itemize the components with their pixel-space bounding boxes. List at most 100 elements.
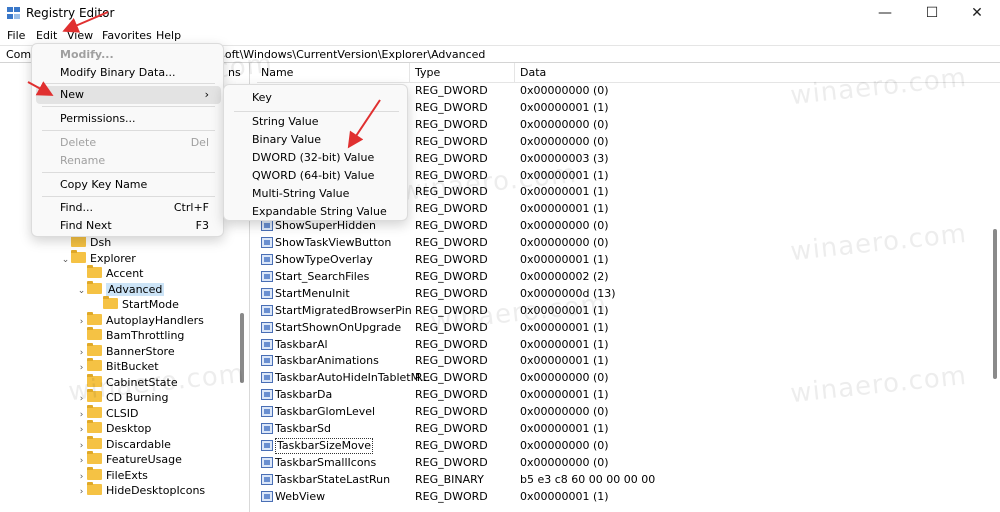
value-type: REG_DWORD	[415, 286, 488, 300]
menu-item-label: Multi-String Value	[252, 187, 350, 200]
menu-file[interactable]: File	[6, 28, 26, 44]
registry-value-row[interactable]: StartMigratedBrowserPin REG_DWORD 0x000000…	[257, 302, 1000, 319]
registry-value-row[interactable]: WebView REG_DWORD 0x00000001 (1)	[257, 488, 1000, 505]
registry-value-row[interactable]: StartMenuInit REG_DWORD 0x0000000d (13)	[257, 285, 1000, 302]
maximize-button[interactable]: ☐	[909, 0, 955, 27]
tree-item-startmode[interactable]: StartMode	[92, 296, 179, 313]
tree-item-desktop[interactable]: › Desktop	[76, 420, 151, 437]
menu-item-label: QWORD (64-bit) Value	[252, 169, 375, 182]
value-type: REG_DWORD	[415, 438, 488, 452]
tree-item-cd-burning[interactable]: › CD Burning	[76, 389, 169, 406]
registry-value-row[interactable]: ShowTypeOverlay REG_DWORD 0x00000001 (1)	[257, 251, 1000, 268]
chevron-down-icon[interactable]: ⌄	[60, 252, 71, 268]
value-data: 0x00000000 (0)	[520, 134, 609, 148]
menu-item-label: String Value	[252, 115, 319, 128]
registry-value-row[interactable]: ShowTaskViewButton REG_DWORD 0x00000000 (0…	[257, 234, 1000, 251]
registry-value-row[interactable]: TaskbarAl REG_DWORD 0x00000001 (1)	[257, 336, 1000, 353]
value-type: REG_DWORD	[415, 134, 488, 148]
value-type: REG_DWORD	[415, 168, 488, 182]
edit-menu-item-find[interactable]: Find... Ctrl+F	[36, 199, 221, 217]
new-submenu-item-expandable-string-value[interactable]: Expandable String Value	[228, 203, 403, 221]
new-submenu-item-binary-value[interactable]: Binary Value	[228, 131, 403, 149]
registry-value-row[interactable]: TaskbarAnimations REG_DWORD 0x00000001 (1)	[257, 352, 1000, 369]
new-submenu-item-key[interactable]: Key	[228, 89, 403, 107]
folder-icon	[87, 342, 102, 356]
value-name: ShowTypeOverlay	[275, 253, 373, 266]
new-submenu-item-dword-32-bit-value[interactable]: DWORD (32-bit) Value	[228, 149, 403, 167]
registry-value-row[interactable]: StartShownOnUpgrade REG_DWORD 0x00000001 (…	[257, 319, 1000, 336]
value-data: 0x00000003 (3)	[520, 151, 609, 165]
tree-item-bitbucket[interactable]: › BitBucket	[76, 358, 159, 375]
registry-value-row[interactable]: TaskbarDa REG_DWORD 0x00000001 (1)	[257, 386, 1000, 403]
column-header-type[interactable]: Type	[415, 66, 440, 79]
menu-edit[interactable]: Edit	[35, 28, 58, 44]
value-type: REG_DWORD	[415, 405, 488, 419]
list-scrollbar-thumb[interactable]	[993, 229, 997, 379]
value-type: REG_DWORD	[415, 100, 488, 114]
tree-item-clsid[interactable]: › CLSID	[76, 404, 139, 422]
menu-item-shortcut: Ctrl+F	[173, 201, 209, 214]
column-header-data[interactable]: Data	[520, 66, 546, 79]
menu-favorites[interactable]: Favorites	[101, 28, 153, 44]
column-header-name[interactable]: Name	[261, 66, 293, 79]
submenu-arrow-icon: ›	[204, 88, 209, 101]
tree-item-advanced[interactable]: ⌄ Advanced	[76, 280, 165, 299]
registry-value-row[interactable]: Start_SearchFiles REG_DWORD 0x00000002 (2)	[257, 268, 1000, 285]
tree-item-autoplayhandlers[interactable]: › AutoplayHandlers	[76, 311, 204, 329]
value-data: 0x00000001 (1)	[520, 422, 609, 435]
menu-separator	[42, 106, 215, 107]
new-submenu-item-multi-string-value[interactable]: Multi-String Value	[228, 185, 403, 203]
edit-menu-item-find-next[interactable]: Find Next F3	[36, 217, 221, 235]
tree-item-label: StartMode	[122, 298, 179, 311]
value-type: REG_DWORD	[415, 388, 488, 402]
registry-value-row[interactable]: TaskbarStateLastRun REG_BINARY b5 e3 c8 60…	[257, 471, 1000, 488]
folder-icon	[87, 482, 102, 495]
value-type: REG_DWORD	[415, 422, 488, 435]
value-type: REG_DWORD	[415, 185, 488, 199]
new-submenu-item-string-value[interactable]: String Value	[228, 113, 403, 131]
edit-menu-item-modify-binary-data[interactable]: Modify Binary Data...	[36, 64, 221, 82]
value-data: 0x00000000 (0)	[520, 236, 609, 250]
value-type: REG_DWORD	[415, 236, 488, 250]
edit-menu-item-delete[interactable]: Delete Del	[36, 134, 221, 152]
menu-help[interactable]: Help	[155, 28, 182, 44]
tree-item-label: CD Burning	[106, 391, 169, 404]
new-submenu-item-qword-64-bit-value[interactable]: QWORD (64-bit) Value	[228, 167, 403, 185]
tree-item-accent[interactable]: Accent	[76, 265, 143, 282]
column-divider[interactable]	[514, 63, 515, 83]
registry-value-row[interactable]: TaskbarSizeMove REG_DWORD 0x00000000 (0)	[257, 437, 1000, 454]
registry-value-row[interactable]: TaskbarGlomLevel REG_DWORD 0x00000000 (0)	[257, 403, 1000, 420]
edit-menu-item-copy-key-name[interactable]: Copy Key Name	[36, 176, 221, 194]
edit-menu-item-permissions[interactable]: Permissions...	[36, 110, 221, 128]
chevron-down-icon[interactable]: ⌄	[76, 283, 87, 299]
tree-item-hidedesktopicons[interactable]: › HideDesktopIcons	[76, 482, 205, 500]
tree-item-featureusage[interactable]: › FeatureUsage	[76, 451, 182, 468]
menu-item-label: Delete	[60, 136, 97, 149]
value-type: REG_DWORD	[415, 455, 488, 469]
folder-icon	[87, 389, 102, 402]
tree-item-explorer[interactable]: ⌄ Explorer	[60, 249, 136, 268]
menu-item-label: Find Next	[60, 219, 112, 232]
folder-icon	[87, 435, 102, 449]
tree-scrollbar-thumb[interactable]	[240, 313, 244, 383]
minimize-button[interactable]: —	[862, 0, 908, 27]
dword-value-icon	[261, 287, 273, 299]
tree-item-bamthrottling[interactable]: BamThrottling	[76, 327, 184, 344]
value-type: REG_DWORD	[415, 151, 488, 165]
column-divider[interactable]	[409, 63, 410, 83]
folder-icon	[87, 404, 102, 418]
menu-separator	[42, 130, 215, 131]
registry-value-row[interactable]: TaskbarSmallIcons REG_DWORD 0x00000000 (0)	[257, 454, 1000, 471]
chevron-right-icon[interactable]: ›	[76, 484, 87, 500]
menu-item-label: Rename	[60, 154, 106, 167]
menu-view[interactable]: View	[66, 28, 94, 44]
edit-menu-item-new[interactable]: New ›	[36, 86, 221, 104]
folder-icon	[87, 311, 102, 325]
edit-menu-item-rename[interactable]: Rename	[36, 152, 221, 170]
registry-value-row[interactable]: TaskbarSd REG_DWORD 0x00000001 (1)	[257, 420, 1000, 437]
tree-item-dsh[interactable]: Dsh	[60, 234, 111, 251]
edit-menu-item-modify[interactable]: Modify...	[36, 46, 221, 64]
registry-value-row[interactable]: TaskbarAutoHideInTabletM... REG_DWORD 0x00…	[257, 369, 1000, 386]
close-button[interactable]: ✕	[954, 0, 1000, 27]
folder-icon	[87, 373, 102, 387]
